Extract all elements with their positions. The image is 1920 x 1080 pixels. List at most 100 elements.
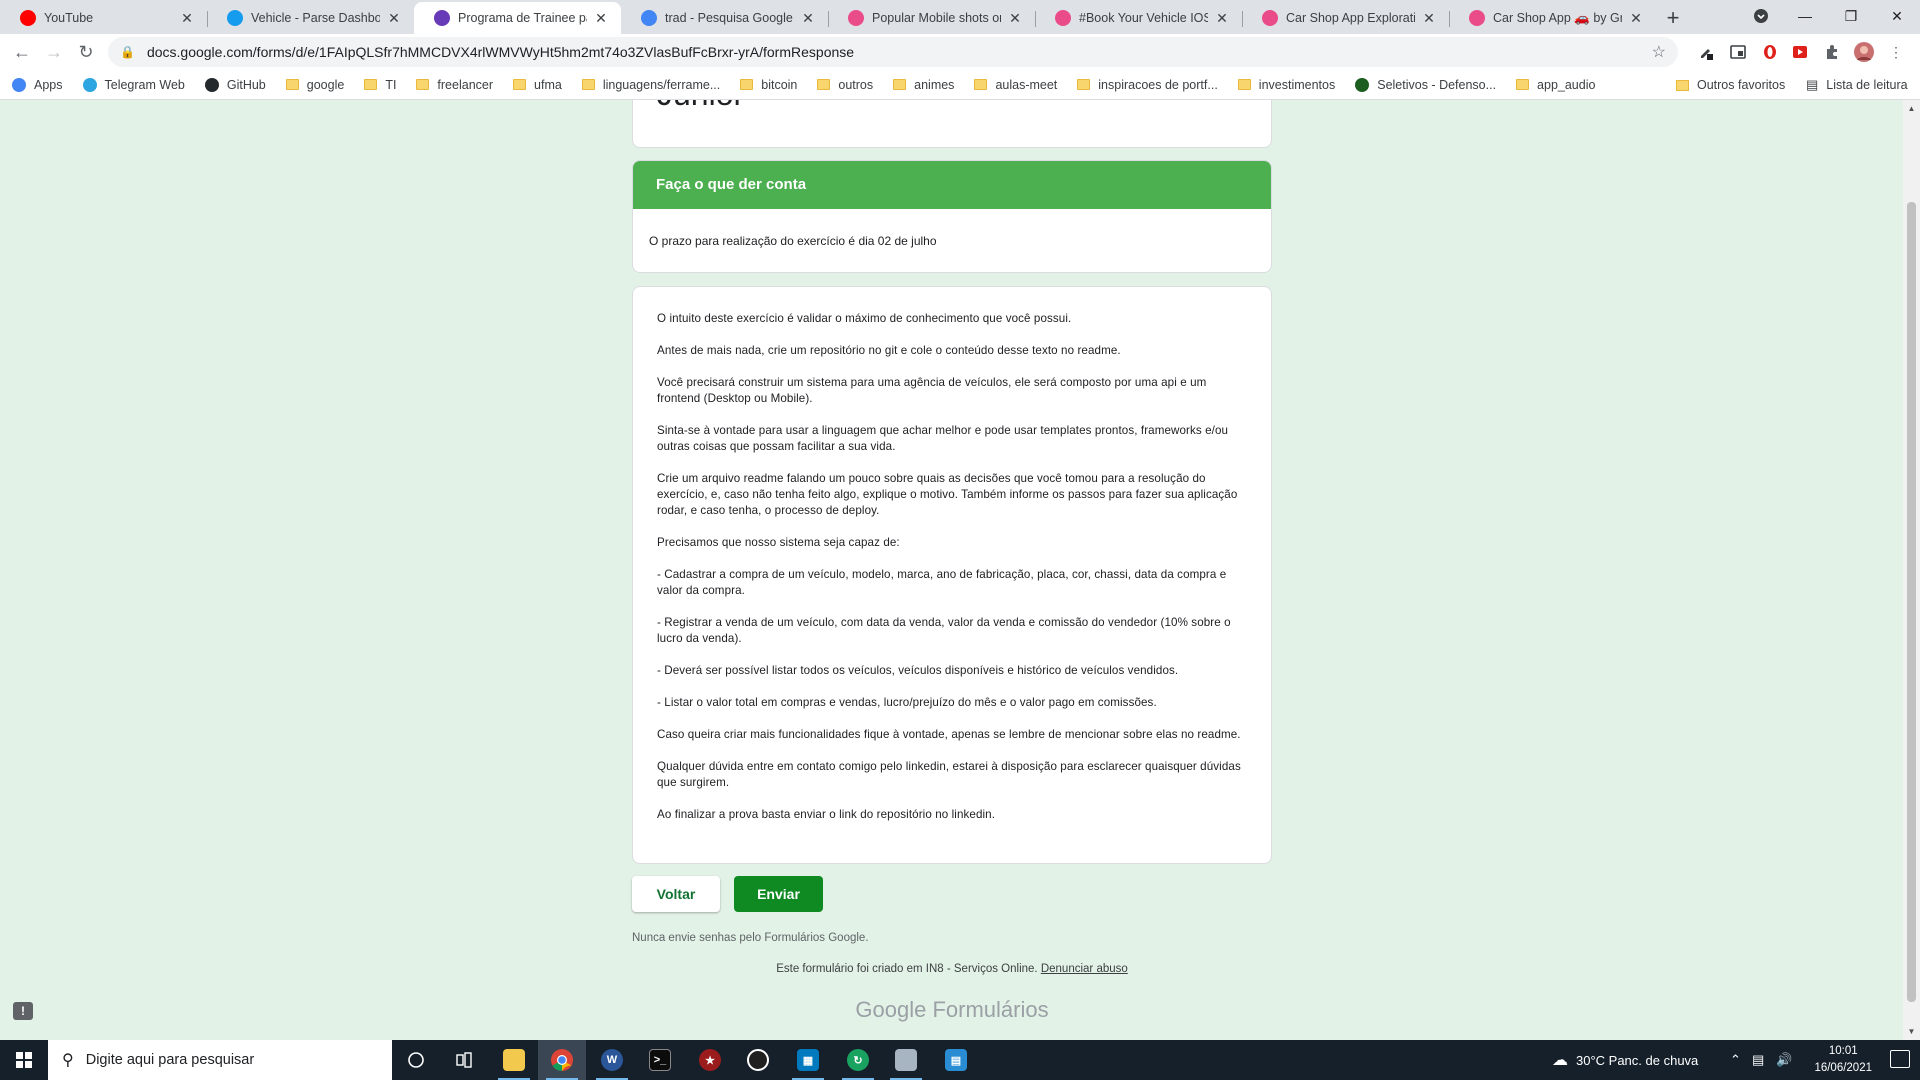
bookmark-item[interactable]: app_audio — [1516, 78, 1595, 92]
browser-tab[interactable]: YouTube ✕ — [0, 2, 207, 34]
browser-toolbar: ← → ↻ 🔒 docs.google.com/forms/d/e/1FAIpQ… — [0, 34, 1920, 70]
bookmark-item[interactable]: google — [285, 78, 344, 92]
address-bar[interactable]: 🔒 docs.google.com/forms/d/e/1FAIpQLSfr7h… — [108, 37, 1678, 67]
bookmark-item[interactable]: linguagens/ferrame... — [581, 78, 720, 92]
video-extension-icon[interactable] — [1788, 40, 1812, 64]
section-title: Faça o que der conta — [633, 161, 1271, 209]
browser-tab[interactable]: Programa de Trainee para ✕ — [414, 2, 621, 34]
puzzle-icon[interactable] — [1820, 40, 1844, 64]
close-tab-icon[interactable]: ✕ — [1007, 10, 1023, 27]
bookmark-item[interactable]: aulas-meet — [974, 78, 1057, 92]
new-tab-button[interactable]: + — [1656, 2, 1690, 34]
browser-tab[interactable]: Popular Mobile shots on D ✕ — [828, 2, 1035, 34]
close-tab-icon[interactable]: ✕ — [1214, 10, 1230, 27]
network-icon[interactable]: ▤ — [1752, 1040, 1764, 1080]
file-explorer-icon[interactable] — [490, 1040, 538, 1080]
bookmark-item[interactable]: Telegram Web — [82, 77, 185, 92]
taskbar-search[interactable]: ⚲ Digite aqui para pesquisar — [48, 1040, 392, 1080]
close-tab-icon[interactable]: ✕ — [1421, 10, 1437, 27]
close-tab-icon[interactable]: ✕ — [386, 10, 402, 27]
taskbar-clock[interactable]: 10:01 16/06/2021 — [1814, 1043, 1872, 1077]
reload-icon[interactable]: ↻ — [70, 36, 102, 68]
bookmark-item[interactable]: investimentos — [1237, 78, 1335, 92]
tab-title: Car Shop App Exploration — [1286, 11, 1415, 25]
browser-tab[interactable]: Vehicle - Parse Dashboard ✕ — [207, 2, 414, 34]
reading-list[interactable]: ▤ Lista de leitura — [1806, 70, 1908, 100]
report-abuse-link[interactable]: Denunciar abuso — [1041, 963, 1128, 975]
bookmark-star-icon[interactable]: ☆ — [1652, 42, 1666, 62]
folder-icon — [1676, 79, 1689, 91]
url-text[interactable]: docs.google.com/forms/d/e/1FAIpQLSfr7hMM… — [147, 44, 854, 60]
notification-center-icon[interactable] — [1890, 1050, 1910, 1068]
other-bookmarks[interactable]: Outros favoritos — [1676, 70, 1785, 100]
minimize-button[interactable]: — — [1782, 0, 1828, 32]
scroll-up-icon[interactable]: ▲ — [1903, 104, 1920, 113]
terminal-icon[interactable]: >_ — [636, 1040, 684, 1080]
section-card: Faça o que der conta O prazo para realiz… — [632, 160, 1272, 273]
git-client-icon[interactable]: ↻ — [834, 1040, 882, 1080]
bookmark-item[interactable]: Seletivos - Defenso... — [1355, 77, 1496, 92]
bookmark-item[interactable]: outros — [817, 78, 873, 92]
media-router-icon[interactable] — [1726, 40, 1750, 64]
bookmark-item[interactable]: bitcoin — [740, 78, 797, 92]
dribbble-icon — [1262, 10, 1278, 26]
opera-icon[interactable] — [1758, 40, 1782, 64]
profile-avatar[interactable] — [1852, 40, 1876, 64]
task-view-icon[interactable] — [440, 1040, 488, 1080]
restore-button[interactable]: ❐ — [1828, 0, 1874, 32]
close-tab-icon[interactable]: ✕ — [179, 10, 195, 27]
lock-icon[interactable]: 🔒 — [120, 45, 135, 59]
close-tab-icon[interactable]: ✕ — [593, 10, 609, 27]
back-button[interactable]: Voltar — [632, 876, 720, 912]
bookmark-item[interactable]: GitHub — [204, 77, 266, 92]
cortana-icon[interactable] — [392, 1040, 440, 1080]
close-tab-icon[interactable]: ✕ — [800, 10, 816, 27]
obs-icon[interactable] — [734, 1040, 782, 1080]
browser-tab[interactable]: #Book Your Vehicle IOS Ap ✕ — [1035, 2, 1242, 34]
browser-tab[interactable]: Car Shop App 🚗 by Greg ✕ — [1449, 2, 1656, 34]
back-icon[interactable]: ← — [6, 36, 38, 68]
bookmarks-bar: Apps Telegram Web GitHub google TI freelancer… — [0, 70, 1920, 100]
bookmark-item[interactable]: animes — [893, 78, 954, 92]
bookmark-item[interactable]: TI — [364, 78, 396, 92]
remote-desktop-icon[interactable]: ▤ — [932, 1040, 980, 1080]
game-app-icon[interactable]: ★ — [686, 1040, 734, 1080]
form-creator-note: Este formulário foi criado em IN8 - Serv… — [632, 963, 1272, 975]
feedback-icon[interactable]: ! — [13, 1002, 33, 1020]
tab-search-icon[interactable] — [1738, 0, 1784, 32]
tab-title: Popular Mobile shots on D — [872, 11, 1001, 25]
forward-icon[interactable]: → — [38, 36, 70, 68]
scrollbar-thumb[interactable] — [1907, 202, 1916, 1002]
bookmark-item[interactable]: freelancer — [416, 78, 493, 92]
volume-icon[interactable]: 🔊 — [1776, 1040, 1792, 1080]
close-tab-icon[interactable]: ✕ — [1628, 10, 1644, 27]
google-icon — [641, 10, 657, 26]
extension-icon[interactable] — [1694, 40, 1718, 64]
form-title: Junior — [657, 100, 744, 113]
browser-tab[interactable]: trad - Pesquisa Google ✕ — [621, 2, 828, 34]
instruction-paragraph: O intuito deste exercício é validar o má… — [657, 312, 1072, 325]
telegram-icon — [82, 77, 97, 92]
chrome-icon[interactable] — [538, 1040, 586, 1080]
submit-button[interactable]: Enviar — [734, 876, 823, 912]
scroll-down-icon[interactable]: ▼ — [1903, 1027, 1920, 1036]
instruction-paragraph: Qualquer dúvida entre em contato comigo … — [657, 760, 1241, 789]
network-app-icon[interactable] — [882, 1040, 930, 1080]
parse-icon — [227, 10, 243, 26]
tray-chevron-icon[interactable]: ⌃ — [1730, 1040, 1741, 1080]
word-icon[interactable]: W — [588, 1040, 636, 1080]
google-forms-logo[interactable]: Google Formulários — [632, 997, 1272, 1023]
bookmark-item[interactable]: ufma — [513, 78, 562, 92]
start-button[interactable] — [0, 1040, 48, 1080]
bookmark-item[interactable]: Apps — [12, 77, 63, 92]
folder-icon — [364, 79, 378, 90]
more-menu-icon[interactable]: ⋮ — [1884, 40, 1908, 64]
youtube-icon — [20, 10, 36, 26]
close-window-button[interactable]: ✕ — [1874, 0, 1920, 32]
browser-tab[interactable]: Car Shop App Exploration ✕ — [1242, 2, 1449, 34]
bookmark-item[interactable]: inspiracoes de portf... — [1077, 78, 1218, 92]
trello-icon[interactable]: ▦ — [784, 1040, 832, 1080]
weather-cloud-icon: ☁ — [1552, 1052, 1568, 1069]
weather-widget[interactable]: ☁ 30°C Panc. de chuva — [1552, 1040, 1698, 1080]
page-scrollbar[interactable]: ▲ ▼ — [1903, 100, 1920, 1040]
